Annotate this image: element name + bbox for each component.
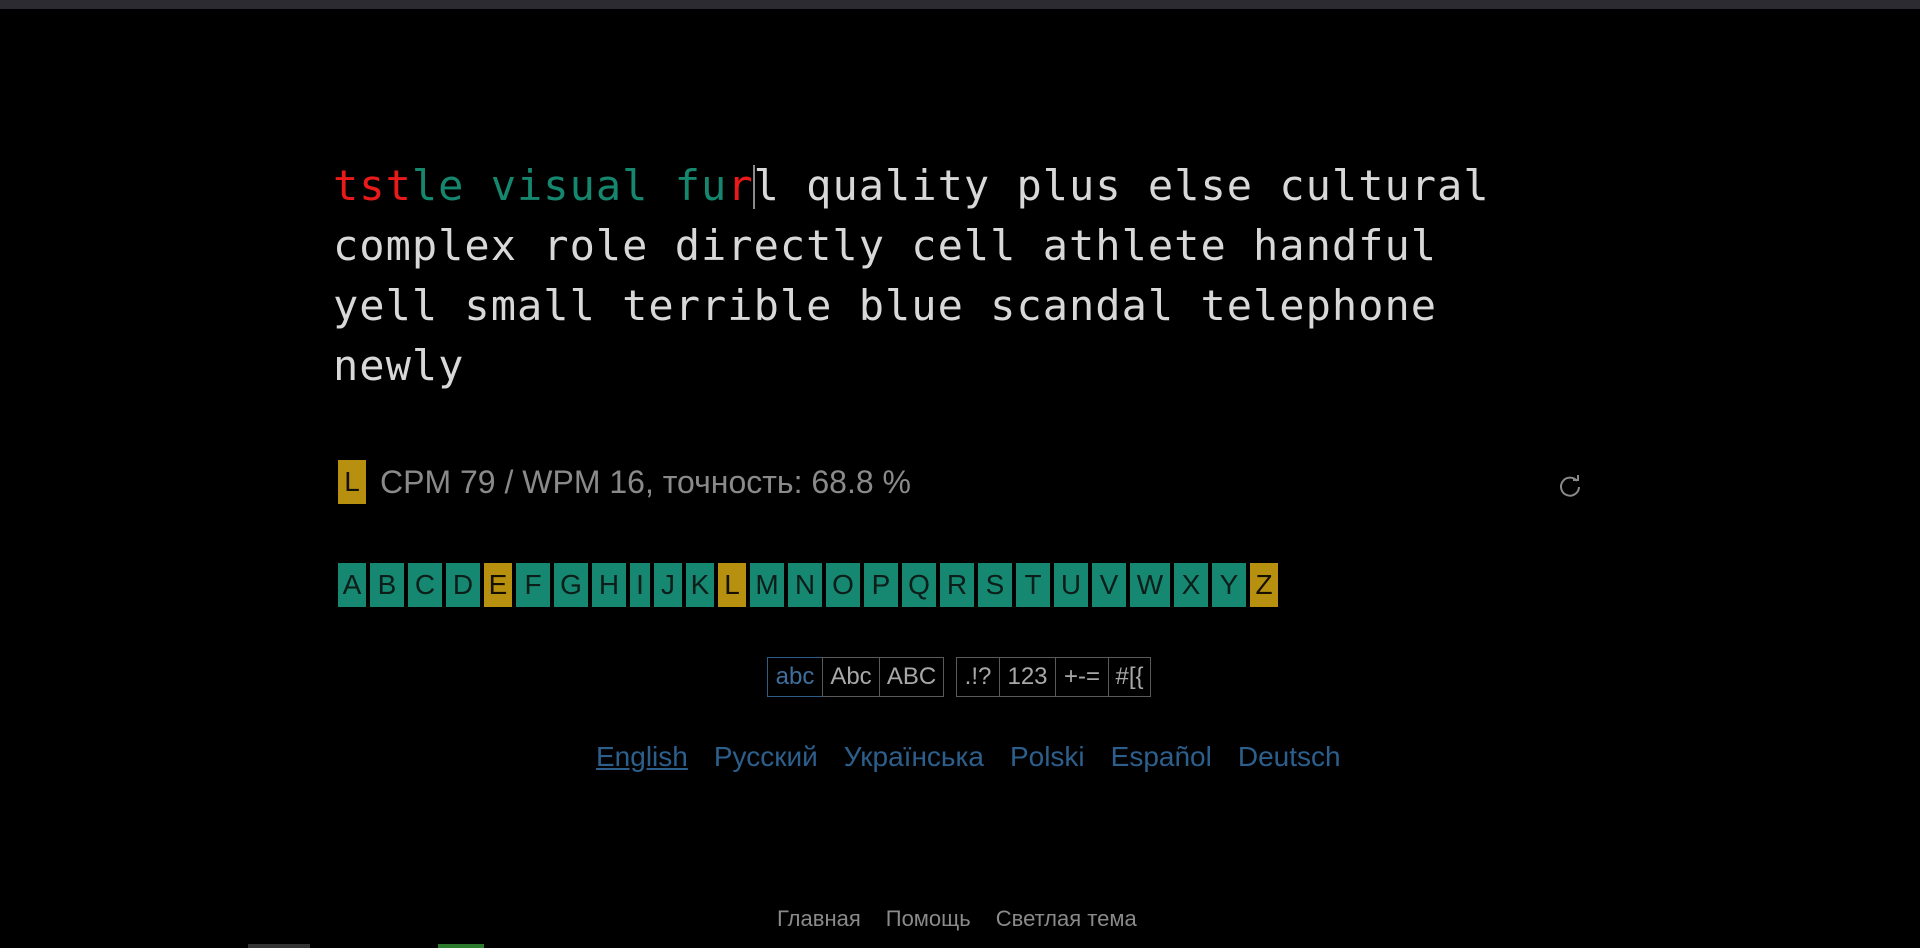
letter-button-n[interactable]: N <box>788 563 822 607</box>
filter-button[interactable]: Abc <box>822 657 880 697</box>
letter-button-l[interactable]: L <box>718 563 746 607</box>
typing-line: newly <box>333 341 465 390</box>
letter-button-h[interactable]: H <box>592 563 626 607</box>
letter-button-r[interactable]: R <box>940 563 974 607</box>
pending-text-segment: l quality plus else cultural <box>753 161 1490 210</box>
language-link[interactable]: Deutsch <box>1238 741 1341 773</box>
typing-line: tstle visual furl quality plus else cult… <box>333 156 1593 216</box>
reload-button[interactable] <box>1556 472 1584 500</box>
reload-icon <box>1560 475 1580 497</box>
err-text-segment: r <box>727 161 754 210</box>
taskbar-indicator <box>248 944 310 948</box>
filter-button[interactable]: +-= <box>1055 657 1109 697</box>
ok-text-segment: le visual <box>411 161 675 210</box>
language-selector: English Русский Українська Polski Español Deu… <box>596 741 1341 773</box>
letter-button-f[interactable]: F <box>516 563 550 607</box>
letter-button-d[interactable]: D <box>446 563 480 607</box>
footer-link[interactable]: Помощь <box>886 906 971 932</box>
filter-toolbar: abc Abc ABC .!? 123 +-= #[{ <box>767 657 1151 697</box>
letter-button-x[interactable]: X <box>1174 563 1208 607</box>
letter-button-i[interactable]: I <box>630 563 650 607</box>
filter-button[interactable]: 123 <box>999 657 1056 697</box>
footer-links: Главная Помощь Светлая тема <box>777 906 1137 932</box>
letter-button-g[interactable]: G <box>554 563 588 607</box>
letter-button-z[interactable]: Z <box>1250 563 1278 607</box>
filter-button[interactable]: abc <box>767 657 823 697</box>
err-text-segment: tst <box>333 161 412 210</box>
filter-button[interactable]: #[{ <box>1108 657 1151 697</box>
browser-top-bar <box>0 0 1920 9</box>
letter-button-m[interactable]: M <box>750 563 784 607</box>
extras-filter-group: .!? 123 +-= #[{ <box>956 657 1151 697</box>
typing-text-area[interactable]: tstle visual furl quality plus else cult… <box>333 156 1593 396</box>
letter-button-j[interactable]: J <box>654 563 682 607</box>
filter-button[interactable]: .!? <box>956 657 1000 697</box>
stats-bar: L CPM 79 / WPM 16, точность: 68.8 % <box>338 460 911 504</box>
letter-button-u[interactable]: U <box>1054 563 1088 607</box>
letter-button-v[interactable]: V <box>1092 563 1126 607</box>
language-link[interactable]: Polski <box>1010 741 1085 773</box>
letter-button-b[interactable]: B <box>370 563 404 607</box>
language-link[interactable]: English <box>596 741 688 773</box>
footer-link[interactable]: Светлая тема <box>996 906 1137 932</box>
ok-text-segment: fu <box>674 161 728 210</box>
language-link[interactable]: Русский <box>714 741 818 773</box>
language-link[interactable]: Українська <box>844 741 984 773</box>
typing-line: yell small terrible blue scandal telepho… <box>333 281 1438 330</box>
letter-button-t[interactable]: T <box>1016 563 1050 607</box>
letter-button-e[interactable]: E <box>484 563 512 607</box>
letter-button-a[interactable]: A <box>338 563 366 607</box>
stats-text: CPM 79 / WPM 16, точность: 68.8 % <box>380 463 911 500</box>
letter-button-y[interactable]: Y <box>1212 563 1246 607</box>
taskbar-indicator <box>438 944 484 948</box>
filter-button[interactable]: ABC <box>879 657 944 697</box>
letter-button-o[interactable]: O <box>826 563 860 607</box>
letter-button-c[interactable]: C <box>408 563 442 607</box>
letter-button-q[interactable]: Q <box>902 563 936 607</box>
case-filter-group: abc Abc ABC <box>767 657 944 697</box>
typing-line: complex role directly cell athlete handf… <box>333 221 1438 270</box>
footer-link[interactable]: Главная <box>777 906 861 932</box>
letter-button-s[interactable]: S <box>978 563 1012 607</box>
letter-selector: ABCDEFGHIJKLMNOPQRSTUVWXYZ <box>338 563 1278 607</box>
language-link[interactable]: Español <box>1111 741 1212 773</box>
letter-button-w[interactable]: W <box>1130 563 1170 607</box>
letter-button-k[interactable]: K <box>686 563 714 607</box>
letter-button-p[interactable]: P <box>864 563 898 607</box>
current-letter-badge: L <box>338 460 366 504</box>
